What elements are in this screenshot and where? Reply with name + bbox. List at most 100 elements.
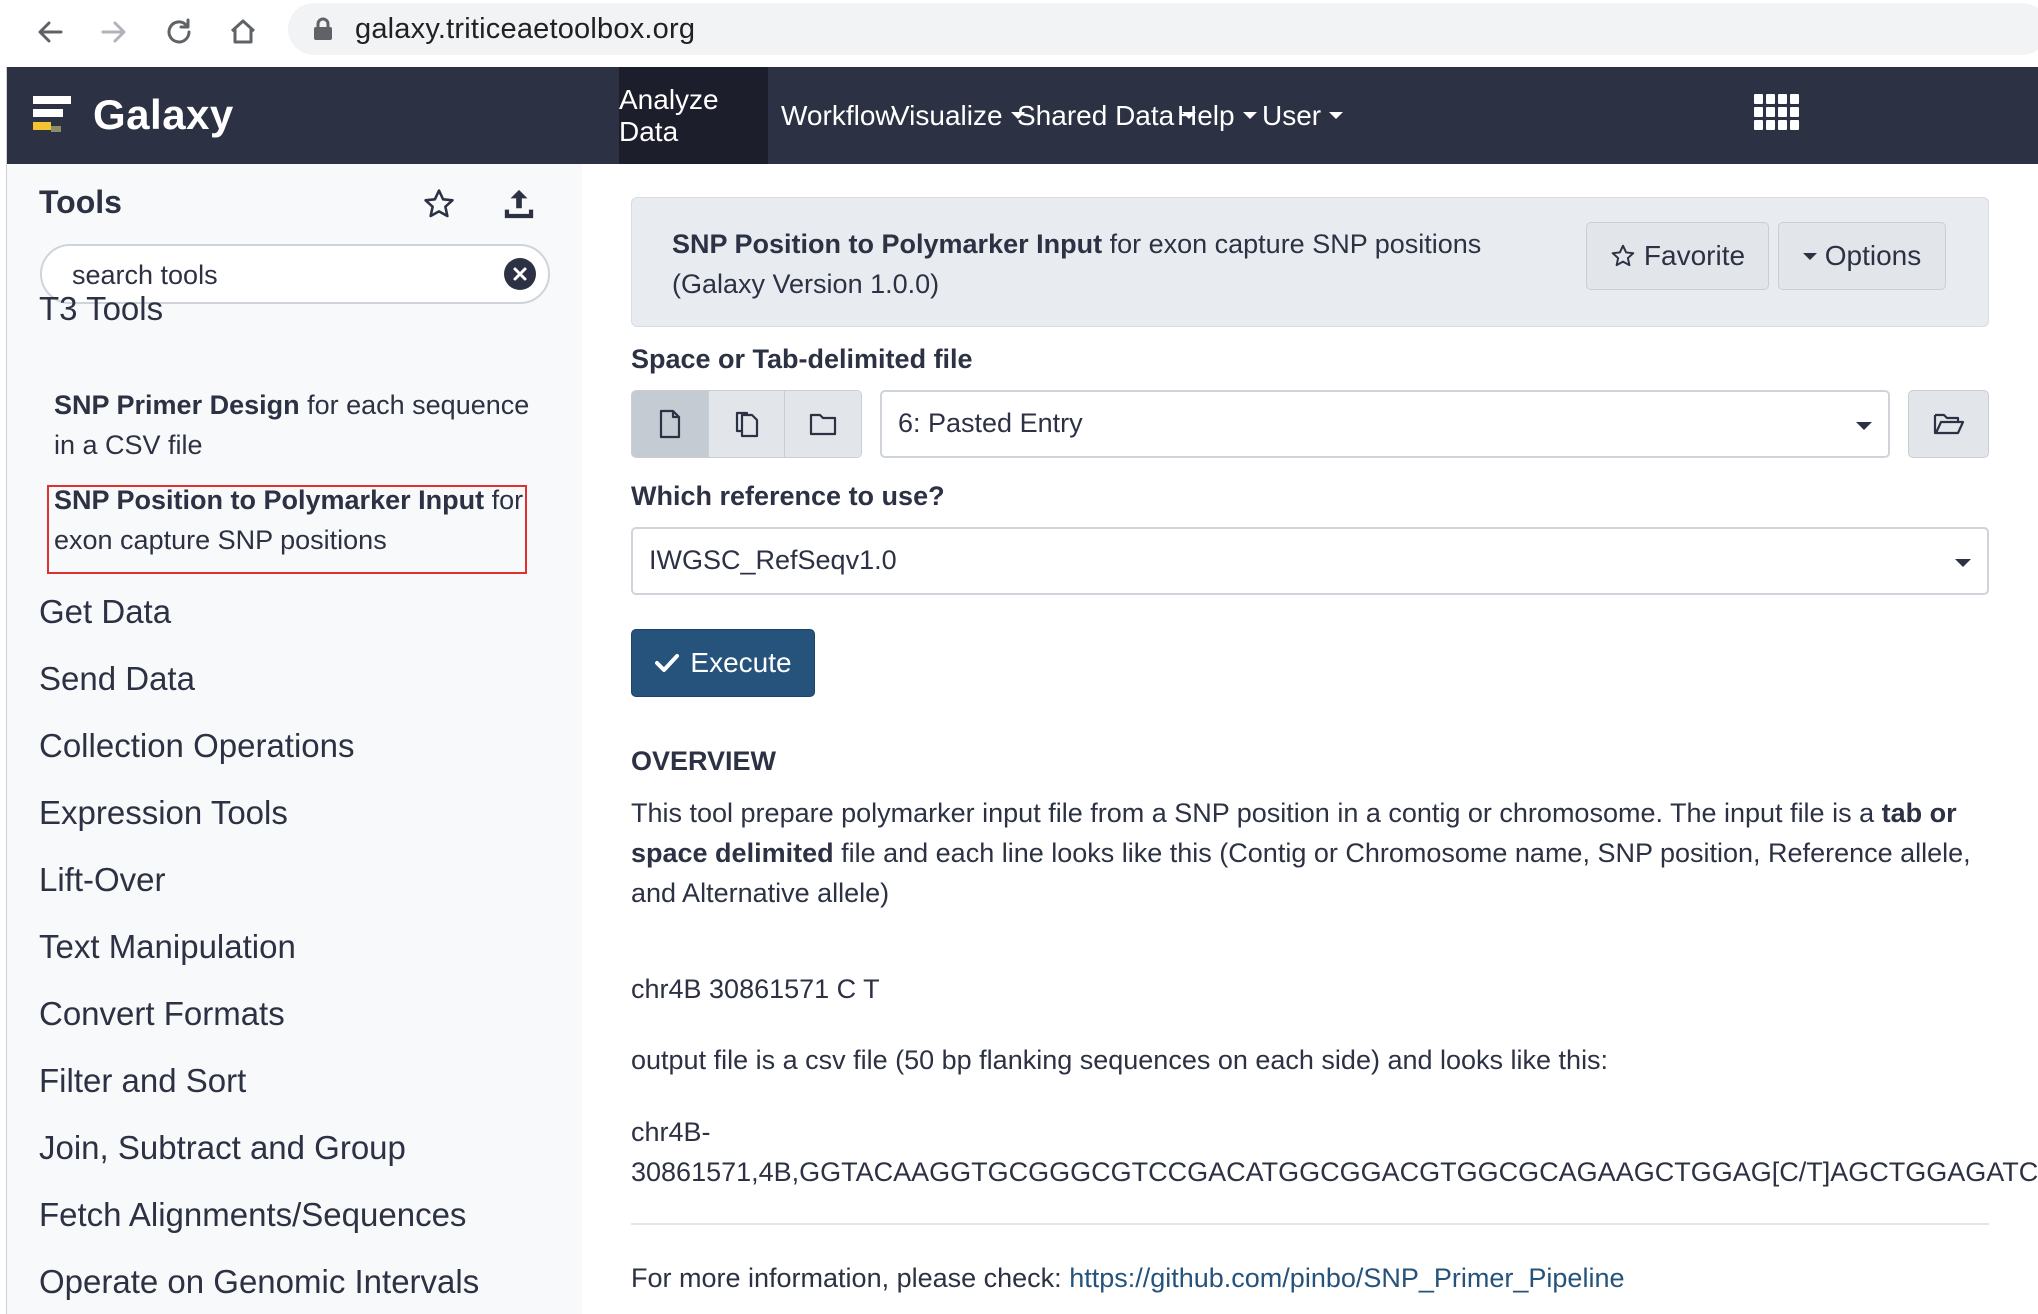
galaxy-logo-icon (33, 96, 71, 132)
single-dataset-button[interactable] (632, 391, 709, 457)
home-button[interactable] (221, 10, 265, 54)
section-send-data[interactable]: Send Data (39, 660, 195, 698)
section-text-manipulation[interactable]: Text Manipulation (39, 928, 296, 966)
folder-open-icon (1933, 413, 1964, 435)
forward-button[interactable] (92, 10, 136, 54)
overview-heading: OVERVIEW (631, 746, 777, 776)
help-bold-span: space delimited (631, 838, 834, 868)
reload-button[interactable] (157, 10, 201, 54)
favorite-button[interactable]: Favorite (1586, 222, 1769, 290)
help-text-span: and Alternative allele) (631, 878, 890, 908)
section-get-data[interactable]: Get Data (39, 593, 171, 631)
help-text-span: file and each line looks like this (Cont… (833, 838, 1971, 868)
example-output-1: chr4B- (631, 1117, 711, 1147)
check-icon (655, 654, 680, 672)
tool-name: SNP Position to Polymarker Input (54, 485, 485, 515)
caret-down-icon (1802, 252, 1817, 260)
tool-form-version: (Galaxy Version 1.0.0) (672, 269, 940, 299)
caret-down-icon (1955, 559, 1971, 567)
tool-form-name: SNP Position to Polymarker Input (672, 229, 1103, 259)
address-bar[interactable]: galaxy.triticeaetoolbox.org (288, 3, 2038, 55)
apps-grid-icon[interactable] (1754, 94, 1800, 134)
files-icon (735, 411, 758, 438)
tool-snp-primer-design[interactable]: SNP Primer Design for each sequence in a… (54, 385, 544, 465)
nav-visualize[interactable]: Visualize (891, 67, 1025, 164)
reference-select[interactable]: IWGSC_RefSeqv1.0 (631, 527, 1989, 595)
window-edge (0, 67, 7, 1314)
tool-panel-title: Tools (39, 184, 122, 220)
nav-user[interactable]: User (1262, 67, 1344, 164)
options-label: Options (1824, 240, 1922, 271)
example-input: chr4B 30861571 C T (631, 974, 880, 1004)
tool-panel: Tools T3 Tools SNP Primer Design for eac… (7, 164, 582, 1314)
arrow-right-icon (101, 21, 126, 43)
nav-help-label: Help (1177, 99, 1235, 131)
back-button[interactable] (28, 10, 72, 54)
tool-name: SNP Primer Design (54, 390, 300, 420)
section-filter-and-sort[interactable]: Filter and Sort (39, 1062, 246, 1100)
multiple-datasets-button[interactable] (708, 391, 786, 457)
execute-button[interactable]: Execute (631, 629, 815, 697)
home-icon (230, 19, 256, 44)
input1-select[interactable]: 6: Pasted Entry (880, 390, 1890, 458)
help-text-span: This tool prepare polymarker input file … (631, 798, 1882, 828)
reload-icon (167, 18, 191, 44)
nav-analyze-data[interactable]: Analyze Data (619, 67, 768, 164)
url-text: galaxy.triticeaetoolbox.org (355, 13, 696, 45)
caret-down-icon (1329, 112, 1344, 119)
section-t3-tools[interactable]: T3 Tools (39, 290, 163, 328)
galaxy-brand[interactable]: Galaxy (31, 87, 234, 143)
section-operate-genomic-intervals[interactable]: Operate on Genomic Intervals (39, 1263, 479, 1301)
upload-button[interactable] (499, 184, 539, 224)
favorite-label: Favorite (1643, 240, 1746, 271)
browse-datasets-button[interactable] (1908, 390, 1989, 458)
browser-toolbar: galaxy.triticeaetoolbox.org (0, 0, 2038, 67)
tool-desc: in a CSV file (54, 430, 203, 460)
nav-workflow[interactable]: Workflow (781, 67, 896, 164)
favorites-button[interactable] (419, 184, 459, 224)
clear-search-icon[interactable] (504, 258, 536, 290)
input1-value: 6: Pasted Entry (898, 408, 1083, 438)
section-join-subtract-group[interactable]: Join, Subtract and Group (39, 1129, 406, 1167)
upload-icon (504, 189, 534, 219)
star-icon (1611, 244, 1635, 267)
example-output-2: 30861571,4B,GGTACAAGGTGCGGGCGTCCGACATGGC… (631, 1157, 2038, 1187)
input1-label: Space or Tab-delimited file (631, 344, 973, 374)
input2-label: Which reference to use? (631, 481, 945, 511)
section-collection-operations[interactable]: Collection Operations (39, 727, 355, 765)
reference-value: IWGSC_RefSeqv1.0 (649, 545, 897, 575)
tool-desc: exon capture SNP positions (54, 525, 387, 555)
collection-button[interactable] (785, 391, 861, 457)
lock-icon (314, 17, 332, 40)
nav-shared-data-label: Shared Data (1017, 99, 1175, 131)
section-expression-tools[interactable]: Expression Tools (39, 794, 288, 832)
arrow-left-icon (38, 21, 63, 43)
nav-user-label: User (1262, 99, 1322, 131)
help-paragraph-2: output file is a csv file (50 bp flankin… (631, 1045, 1609, 1075)
caret-down-icon (1856, 422, 1872, 430)
help-paragraph-1: This tool prepare polymarker input file … (631, 793, 2031, 913)
execute-label: Execute (690, 647, 792, 678)
tool-search-input[interactable] (72, 258, 472, 292)
tool-desc: for each sequence (299, 390, 530, 420)
tool-form-header: SNP Position to Polymarker Input for exo… (631, 197, 1989, 327)
nav-help[interactable]: Help (1177, 67, 1257, 164)
nav-visualize-label: Visualize (891, 99, 1003, 131)
more-info: For more information, please check: http… (631, 1263, 1624, 1294)
github-link[interactable]: https://github.com/pinbo/SNP_Primer_Pipe… (1069, 1263, 1624, 1293)
section-lift-over[interactable]: Lift-Over (39, 861, 166, 899)
masthead: Galaxy Analyze Data Workflow Visualize S… (7, 67, 2038, 164)
help-bold-span: tab or (1881, 798, 1957, 828)
section-convert-formats[interactable]: Convert Formats (39, 995, 285, 1033)
tool-form-desc: for exon capture SNP positions (1102, 229, 1482, 259)
folder-icon (810, 413, 837, 436)
section-fetch-alignments[interactable]: Fetch Alignments/Sequences (39, 1196, 466, 1234)
divider (631, 1223, 1989, 1225)
nav-analyze-data-label: Analyze Data (619, 83, 719, 147)
nav-shared-data[interactable]: Shared Data (1017, 67, 1197, 164)
file-icon (659, 409, 680, 439)
tool-snp-position-to-polymarker[interactable]: SNP Position to Polymarker Input for exo… (54, 480, 544, 560)
more-info-text: For more information, please check: (631, 1263, 1070, 1293)
options-button[interactable]: Options (1778, 222, 1946, 290)
star-icon (424, 189, 454, 218)
